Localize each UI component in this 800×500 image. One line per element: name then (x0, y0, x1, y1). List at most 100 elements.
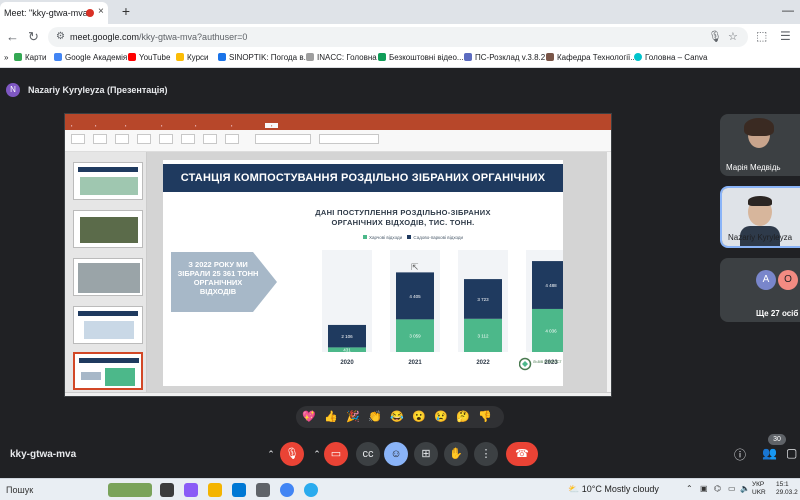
tray-app-icon[interactable]: ▣ (700, 484, 708, 493)
bookmark-department[interactable]: Кафедра Технології... (546, 53, 637, 62)
participant-name: Nazariy Kyrylеyza (728, 233, 793, 242)
raise-hand-button[interactable]: ✋ (444, 442, 468, 466)
bookmark-youtube[interactable]: YouTube (128, 53, 170, 62)
slide-thumbnail (73, 306, 143, 344)
extensions-icon[interactable]: ⬚ (756, 29, 767, 43)
reaction-thumbs-down-button[interactable]: 👎 (478, 410, 492, 423)
taskbar-widget-icon[interactable] (108, 483, 152, 497)
chat-icon[interactable]: ▢ (786, 446, 797, 460)
ribbon-button (159, 134, 173, 144)
video-settings-chevron-icon[interactable]: ⌃ (310, 442, 324, 466)
reaction-clap-button[interactable]: 👏 (368, 410, 382, 423)
weather-widget[interactable]: ⛅ 10°C Mostly cloudy (568, 484, 659, 495)
reaction-surprised-button[interactable]: 😮 (412, 410, 426, 423)
slide-thumbnail (73, 162, 143, 200)
camera-off-button[interactable]: ▭ (324, 442, 348, 466)
mic-off-button[interactable]: 🎙 (280, 442, 304, 466)
tray-network-icon[interactable]: ⌬ (714, 484, 721, 493)
bookmark-star-icon[interactable]: ☆ (728, 30, 738, 43)
more-participants-tile[interactable]: A O Ще 27 осіб (720, 258, 800, 322)
bookmark-ps-rozklad[interactable]: ПС-Розклад v.3.8.2 (464, 53, 545, 62)
chrome-icon[interactable] (280, 483, 294, 497)
url-path: /kky-gtwa-mva?authuser=0 (139, 32, 248, 42)
taskbar-search[interactable]: Пошук (6, 485, 33, 495)
courses-icon (176, 53, 184, 61)
bookmark-courses[interactable]: Курси (176, 53, 209, 62)
weather-cloud-icon: ⛅ (568, 484, 580, 494)
google-academy-icon (54, 53, 62, 61)
ribbon-tab: ▪ (195, 123, 197, 128)
bar-value-label: 2 106 (341, 334, 353, 339)
tab-title: Meet: "kky-gtwa-mva" (4, 8, 91, 18)
participant-tile[interactable]: Марія Медвідь (720, 114, 800, 176)
reaction-heart-button[interactable]: 💖 (302, 410, 316, 423)
leave-call-button[interactable]: ☎ (506, 442, 538, 466)
captions-button[interactable]: cc (356, 442, 380, 466)
tray-chevron-icon[interactable]: ⌃ (686, 484, 693, 493)
hand-icon: ✋ (449, 448, 463, 460)
bookmark-sinoptik[interactable]: SINOPTIK: Погода в... (218, 53, 310, 62)
browser-tab-bar: Meet: "kky-gtwa-mva" × + — (0, 0, 800, 24)
bookmarks-menu-icon[interactable]: » (4, 53, 8, 62)
telegram-icon[interactable] (304, 483, 318, 497)
bookmark-google-academy[interactable]: Google Академія (54, 53, 127, 62)
others-count-label: Ще 27 осіб (756, 309, 799, 318)
microphone-icon[interactable]: 🎙 (708, 30, 722, 43)
close-tab-icon[interactable]: × (98, 6, 104, 17)
reaction-laugh-button[interactable]: 😂 (390, 410, 404, 423)
more-options-button[interactable]: ⋮ (474, 442, 498, 466)
reaction-thumbs-up-button[interactable]: 👍 (324, 410, 338, 423)
audio-settings-chevron-icon[interactable]: ⌃ (264, 442, 278, 466)
tray-volume-icon[interactable]: 🔈 (740, 484, 750, 493)
present-screen-button[interactable]: ⊞ (414, 442, 438, 466)
profile-icon[interactable]: ☰ (780, 29, 791, 43)
bookmark-free-video[interactable]: Безкоштовні відео... (378, 53, 464, 62)
store-icon[interactable] (256, 483, 270, 497)
present-icon: ⊞ (421, 448, 431, 460)
bookmark-canva[interactable]: Головна – Canva (634, 53, 707, 62)
ribbon-button (181, 134, 195, 144)
tray-battery-icon[interactable]: ▭ (728, 484, 736, 493)
participant-name: Марія Медвідь (726, 163, 781, 172)
more-vert-icon: ⋮ (480, 448, 492, 460)
ribbon-button (203, 134, 217, 144)
ribbon-button (137, 134, 151, 144)
participant-tile-self[interactable]: Nazariy Kyrylеyza (720, 186, 800, 248)
bookmark-inacc[interactable]: INACC: Головна (306, 53, 377, 62)
new-tab-button[interactable]: + (118, 3, 134, 19)
ribbon-tab: ▪ (161, 123, 163, 128)
task-view-icon[interactable] (160, 483, 174, 497)
reload-icon[interactable]: ↻ (28, 29, 39, 45)
bar-value-label: 3 112 (478, 333, 489, 338)
address-bar-row: ← ↻ ⚙ meet.google.com/kky-gtwa-mva?authu… (0, 24, 800, 50)
file-explorer-icon[interactable] (208, 483, 222, 497)
browser-tab-meet[interactable]: Meet: "kky-gtwa-mva" × (0, 2, 108, 24)
system-clock[interactable]: 15:1 29.03.2 (776, 481, 798, 497)
youtube-icon (128, 53, 136, 61)
legend-label-food: Харчові відходи (369, 235, 403, 240)
schedule-icon (464, 53, 472, 61)
reaction-party-button[interactable]: 🎉 (346, 410, 360, 423)
inacc-icon (306, 53, 314, 61)
ribbon-button (93, 134, 107, 144)
people-icon[interactable]: 👥 (762, 446, 777, 460)
back-icon[interactable]: ← (6, 29, 19, 44)
mouse-cursor-icon: ⇱ (411, 262, 419, 272)
input-language[interactable]: УКР UKR (752, 481, 766, 497)
bar-value-label: 4 405 (409, 294, 421, 299)
legend-swatch-garden (407, 235, 412, 239)
shared-screen: ▪ ▪ ▪ ▪ ▪ ▪ ▪ СТАНЦІЯ КОМПОСТУВАННЯ РОЗД… (64, 113, 612, 397)
bookmark-maps[interactable]: Карти (14, 53, 47, 62)
ribbon-tab: ▪ (71, 123, 73, 128)
copilot-icon[interactable] (184, 483, 198, 497)
reaction-thinking-button[interactable]: 🤔 (456, 410, 470, 423)
minimize-window-button[interactable]: — (782, 3, 794, 17)
url-omnibox[interactable]: ⚙ meet.google.com/kky-gtwa-mva?authuser=… (48, 27, 748, 47)
meeting-info-icon[interactable]: ⓘ (734, 446, 746, 463)
sinoptik-icon (218, 53, 226, 61)
site-info-icon[interactable]: ⚙ (56, 31, 65, 42)
mail-icon[interactable] (232, 483, 246, 497)
emoji-reactions-button[interactable]: ☺ (384, 442, 408, 466)
reaction-sad-button[interactable]: 😢 (434, 410, 448, 423)
camera-off-icon: ▭ (330, 448, 342, 460)
